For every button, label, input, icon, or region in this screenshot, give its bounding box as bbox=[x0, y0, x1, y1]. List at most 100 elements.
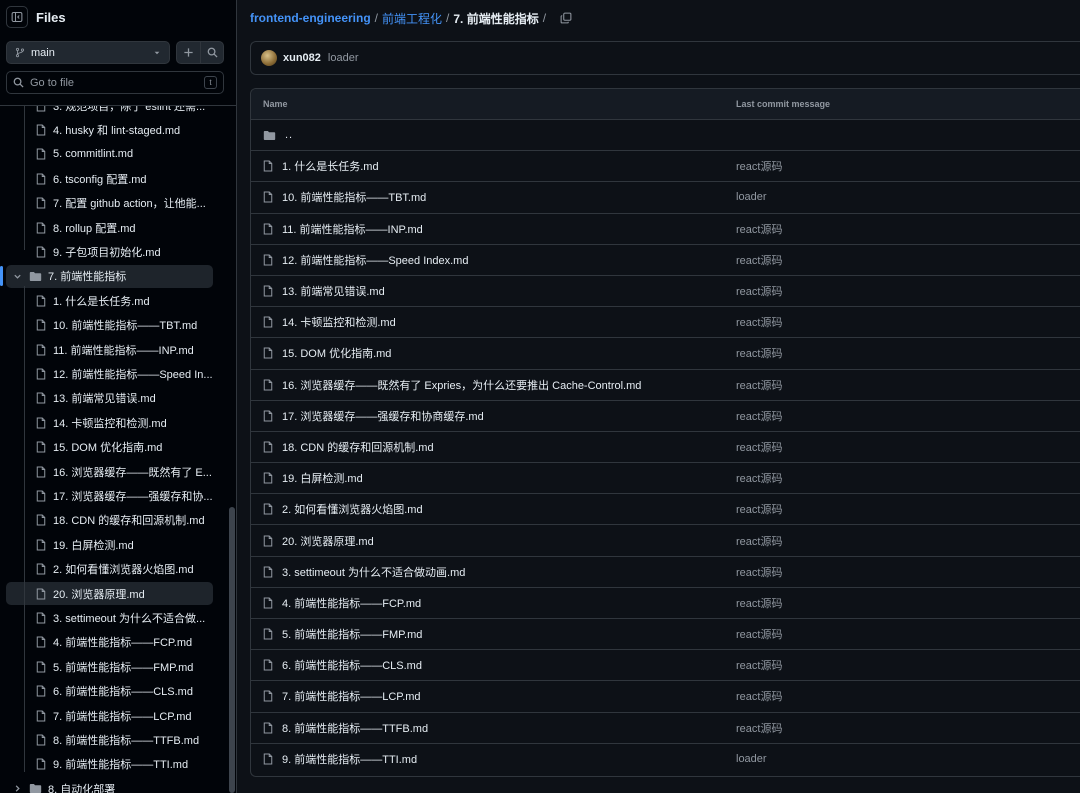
table-row[interactable]: 19. 白屏检测.md react源码 bbox=[251, 463, 1080, 495]
tree-file-item[interactable]: 13. 前端常见错误.md bbox=[6, 387, 213, 410]
tree-file-item[interactable]: 4. husky 和 lint-staged.md bbox=[6, 118, 213, 141]
commit-message-link[interactable]: react源码 bbox=[736, 688, 782, 704]
file-name-link[interactable]: 15. DOM 优化指南.md bbox=[282, 345, 391, 361]
table-row[interactable]: 18. CDN 的缓存和回源机制.md react源码 bbox=[251, 432, 1080, 464]
file-name-link[interactable]: 9. 前端性能指标——TTI.md bbox=[282, 751, 417, 767]
table-row[interactable]: 20. 浏览器原理.md react源码 bbox=[251, 525, 1080, 557]
file-name-link[interactable]: 18. CDN 的缓存和回源机制.md bbox=[282, 439, 434, 455]
tree-file-item[interactable]: 11. 前端性能指标——INP.md bbox=[6, 338, 213, 361]
table-row[interactable]: 2. 如何看懂浏览器火焰图.md react源码 bbox=[251, 494, 1080, 526]
tree-file-item[interactable]: 20. 浏览器原理.md bbox=[6, 582, 213, 605]
tree-file-item[interactable]: 16. 浏览器缓存——既然有了 E... bbox=[6, 460, 213, 483]
file-name-link[interactable]: 6. 前端性能指标——CLS.md bbox=[282, 657, 422, 673]
table-row[interactable]: 14. 卡顿监控和检测.md react源码 bbox=[251, 307, 1080, 339]
table-row[interactable]: 11. 前端性能指标——INP.md react源码 bbox=[251, 214, 1080, 245]
file-name-link[interactable]: 7. 前端性能指标——LCP.md bbox=[282, 688, 421, 704]
file-name-link[interactable]: 20. 浏览器原理.md bbox=[282, 533, 374, 549]
commit-message-link[interactable]: loader bbox=[736, 753, 767, 765]
tree-file-item[interactable]: 5. commitlint.md bbox=[6, 143, 213, 166]
table-row[interactable]: 1. 什么是长任务.md react源码 bbox=[251, 151, 1080, 183]
commit-message-link[interactable]: loader bbox=[736, 191, 767, 203]
table-row[interactable]: 6. 前端性能指标——CLS.md react源码 bbox=[251, 650, 1080, 682]
table-row[interactable]: 15. DOM 优化指南.md react源码 bbox=[251, 338, 1080, 370]
tree-file-item[interactable]: 6. 前端性能指标——CLS.md bbox=[6, 680, 213, 703]
file-name-link[interactable]: 17. 浏览器缓存——强缓存和协商缓存.md bbox=[282, 408, 484, 424]
file-name-link[interactable]: 12. 前端性能指标——Speed Index.md bbox=[282, 252, 468, 268]
tree-file-item[interactable]: 9. 子包项目初始化.md bbox=[6, 240, 213, 263]
commit-message-link[interactable]: react源码 bbox=[736, 470, 782, 486]
file-name-link[interactable]: 1. 什么是长任务.md bbox=[282, 158, 379, 174]
parent-directory-row[interactable]: .. bbox=[251, 120, 1080, 152]
file-name-link[interactable]: 14. 卡顿监控和检测.md bbox=[282, 314, 396, 330]
commit-author[interactable]: xun082 bbox=[283, 52, 321, 64]
chevron-right-icon[interactable] bbox=[13, 784, 22, 793]
table-row[interactable]: 10. 前端性能指标——TBT.md loader bbox=[251, 182, 1080, 214]
search-files-button[interactable] bbox=[200, 42, 223, 63]
commit-message-link[interactable]: react源码 bbox=[736, 501, 782, 517]
commit-message-link[interactable]: react源码 bbox=[736, 408, 782, 424]
commit-message[interactable]: loader bbox=[328, 52, 359, 64]
commit-message-link[interactable]: react源码 bbox=[736, 595, 782, 611]
tree-folder-item[interactable]: 8. 自动化部署 bbox=[6, 777, 213, 793]
tree-folder-item[interactable]: 7. 前端性能指标 bbox=[6, 264, 213, 288]
table-row[interactable]: 3. settimeout 为什么不适合做动画.md react源码 bbox=[251, 557, 1080, 588]
file-name-link[interactable]: 16. 浏览器缓存——既然有了 Expries，为什么还要推出 Cache-Co… bbox=[282, 377, 641, 393]
commit-message-link[interactable]: react源码 bbox=[736, 221, 782, 237]
breadcrumb-folder-link[interactable]: 前端工程化 bbox=[382, 10, 442, 27]
tree-file-item[interactable]: 15. DOM 优化指南.md bbox=[6, 436, 213, 459]
tree-file-item[interactable]: 5. 前端性能指标——FMP.md bbox=[6, 655, 213, 678]
tree-file-item[interactable]: 8. 前端性能指标——TTFB.md bbox=[6, 728, 213, 751]
file-name-link[interactable]: 19. 白屏检测.md bbox=[282, 470, 363, 486]
commit-message-link[interactable]: react源码 bbox=[736, 533, 782, 549]
tree-file-item[interactable]: 3. settimeout 为什么不适合做... bbox=[6, 606, 213, 629]
commit-message-link[interactable]: react源码 bbox=[736, 377, 782, 393]
avatar[interactable] bbox=[261, 50, 277, 66]
tree-file-item[interactable]: 2. 如何看懂浏览器火焰图.md bbox=[6, 558, 213, 581]
tree-file-item[interactable]: 7. 配置 github action，让他能... bbox=[6, 192, 213, 215]
go-to-file-input[interactable] bbox=[30, 76, 204, 89]
go-to-file-field[interactable]: t bbox=[6, 71, 224, 94]
file-name-link[interactable]: 2. 如何看懂浏览器火焰图.md bbox=[282, 501, 423, 517]
tree-file-item[interactable]: 10. 前端性能指标——TBT.md bbox=[6, 314, 213, 337]
table-row[interactable]: 5. 前端性能指标——FMP.md react源码 bbox=[251, 619, 1080, 651]
commit-message-link[interactable]: react源码 bbox=[736, 626, 782, 642]
table-row[interactable]: 8. 前端性能指标——TTFB.md react源码 bbox=[251, 713, 1080, 744]
file-name-link[interactable]: 3. settimeout 为什么不适合做动画.md bbox=[282, 564, 465, 580]
file-name-link[interactable]: 11. 前端性能指标——INP.md bbox=[282, 221, 423, 237]
commit-message-link[interactable]: react源码 bbox=[736, 314, 782, 330]
tree-file-item[interactable]: 1. 什么是长任务.md bbox=[6, 289, 213, 312]
collapse-sidebar-button[interactable] bbox=[6, 6, 28, 28]
tree-file-item[interactable]: 12. 前端性能指标——Speed In... bbox=[6, 362, 213, 385]
table-row[interactable]: 4. 前端性能指标——FCP.md react源码 bbox=[251, 588, 1080, 619]
tree-file-item[interactable]: 4. 前端性能指标——FCP.md bbox=[6, 631, 213, 654]
commit-message-link[interactable]: react源码 bbox=[736, 345, 782, 361]
commit-message-link[interactable]: react源码 bbox=[736, 252, 782, 268]
commit-message-link[interactable]: react源码 bbox=[736, 439, 782, 455]
add-file-button[interactable] bbox=[177, 42, 200, 63]
chevron-down-icon[interactable] bbox=[13, 272, 22, 281]
file-name-link[interactable]: 10. 前端性能指标——TBT.md bbox=[282, 189, 426, 205]
commit-message-link[interactable]: react源码 bbox=[736, 657, 782, 673]
tree-file-item[interactable]: 18. CDN 的缓存和回源机制.md bbox=[6, 509, 213, 532]
file-name-link[interactable]: 4. 前端性能指标——FCP.md bbox=[282, 595, 421, 611]
commit-message-link[interactable]: react源码 bbox=[736, 158, 782, 174]
tree-file-item[interactable]: 19. 白屏检测.md bbox=[6, 533, 213, 556]
file-name-link[interactable]: 8. 前端性能指标——TTFB.md bbox=[282, 720, 428, 736]
copy-path-button[interactable] bbox=[560, 12, 572, 24]
commit-message-link[interactable]: react源码 bbox=[736, 283, 782, 299]
tree-file-item[interactable]: 7. 前端性能指标——LCP.md bbox=[6, 704, 213, 727]
table-row[interactable]: 13. 前端常见错误.md react源码 bbox=[251, 276, 1080, 308]
branch-selector[interactable]: main bbox=[6, 41, 170, 64]
table-row[interactable]: 7. 前端性能指标——LCP.md react源码 bbox=[251, 681, 1080, 713]
commit-message-link[interactable]: react源码 bbox=[736, 720, 782, 736]
file-name-link[interactable]: 5. 前端性能指标——FMP.md bbox=[282, 626, 422, 642]
commit-message-link[interactable]: react源码 bbox=[736, 564, 782, 580]
breadcrumb-repo-link[interactable]: frontend-engineering bbox=[250, 11, 371, 25]
tree-file-item[interactable]: 9. 前端性能指标——TTI.md bbox=[6, 753, 213, 776]
table-row[interactable]: 17. 浏览器缓存——强缓存和协商缓存.md react源码 bbox=[251, 401, 1080, 432]
table-row[interactable]: 16. 浏览器缓存——既然有了 Expries，为什么还要推出 Cache-Co… bbox=[251, 370, 1080, 401]
tree-file-item[interactable]: 14. 卡顿监控和检测.md bbox=[6, 411, 213, 434]
tree-file-item[interactable]: 8. rollup 配置.md bbox=[6, 216, 213, 239]
file-name-link[interactable]: 13. 前端常见错误.md bbox=[282, 283, 385, 299]
table-row[interactable]: 12. 前端性能指标——Speed Index.md react源码 bbox=[251, 245, 1080, 276]
